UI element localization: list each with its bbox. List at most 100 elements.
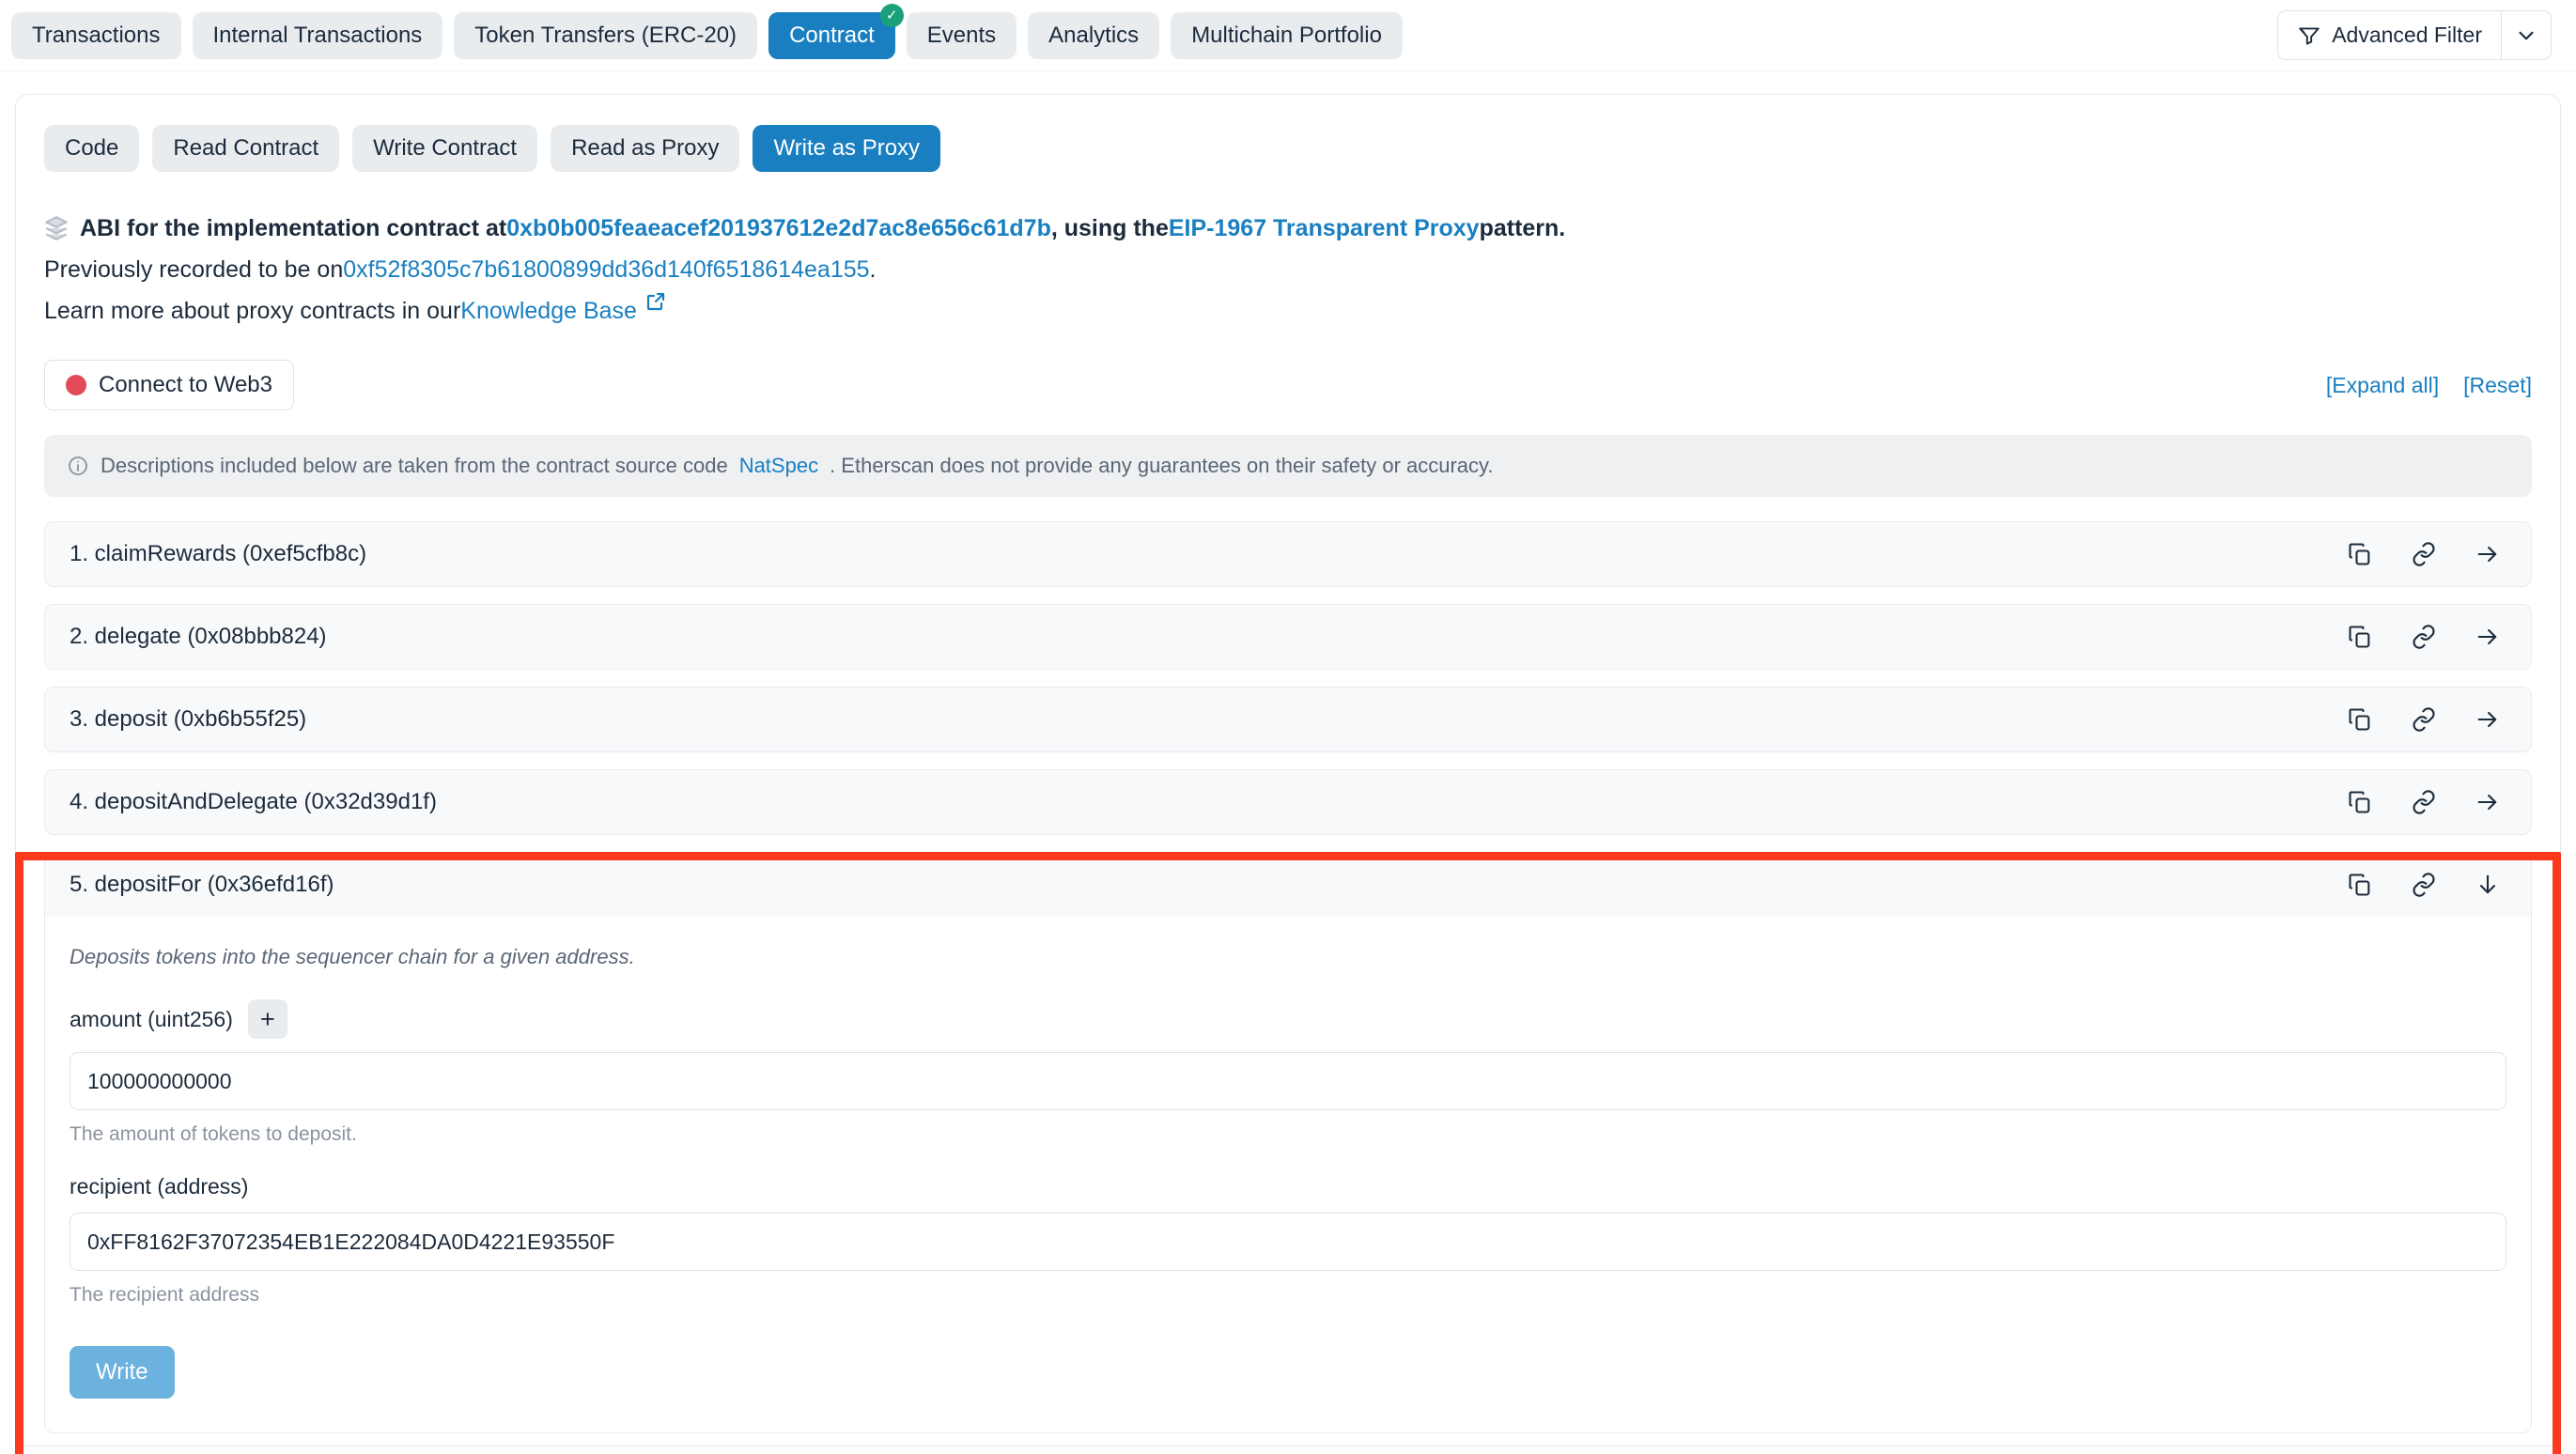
link-icon[interactable] bbox=[2411, 541, 2437, 567]
function-row: 3. deposit (0xb6b55f25) bbox=[44, 687, 2532, 752]
connection-status-dot-icon bbox=[66, 375, 86, 395]
arrow-right-icon[interactable] bbox=[2475, 624, 2501, 650]
arrow-right-icon[interactable] bbox=[2475, 789, 2501, 815]
function-title: 1. claimRewards (0xef5cfb8c) bbox=[70, 541, 367, 566]
implementation-address-link[interactable]: 0xb0b005feaeacef201937612e2d7ac8e656c61d… bbox=[506, 208, 1051, 249]
link-icon[interactable] bbox=[2411, 872, 2437, 898]
function-row-expanded: 5. depositFor (0x36efd16f) Deposits toke… bbox=[44, 852, 2532, 1433]
tab-internal-transactions[interactable]: Internal Transactions bbox=[192, 11, 443, 59]
arrow-down-icon[interactable] bbox=[2475, 872, 2501, 898]
natspec-text-before: Descriptions included below are taken fr… bbox=[101, 454, 728, 477]
subtab-write-as-proxy[interactable]: Write as Proxy bbox=[753, 125, 941, 172]
field-label: amount (uint256) bbox=[70, 1006, 233, 1031]
copy-icon[interactable] bbox=[2347, 872, 2373, 898]
arrow-right-icon[interactable] bbox=[2475, 541, 2501, 567]
advanced-filter-control: Advanced Filter bbox=[2277, 10, 2552, 60]
field-hint: The amount of tokens to deposit. bbox=[70, 1123, 357, 1145]
advanced-filter-label: Advanced Filter bbox=[2332, 23, 2482, 47]
tab-label: Internal Transactions bbox=[212, 22, 423, 48]
write-button[interactable]: Write bbox=[70, 1346, 175, 1399]
top-tab-bar: Transactions Internal Transactions Token… bbox=[0, 0, 2576, 71]
function-description: Deposits tokens into the sequencer chain… bbox=[70, 945, 635, 968]
amount-input[interactable] bbox=[70, 1052, 2506, 1110]
reset-link[interactable]: [Reset] bbox=[2463, 373, 2532, 398]
subtab-write-contract[interactable]: Write Contract bbox=[352, 125, 538, 172]
function-actions bbox=[2347, 624, 2506, 650]
tab-list: Transactions Internal Transactions Token… bbox=[11, 3, 1403, 59]
highlighted-function-region: 5. depositFor (0x36efd16f) Deposits toke… bbox=[15, 852, 2561, 1454]
tab-label: Transactions bbox=[32, 22, 161, 48]
natspec-link[interactable]: NatSpec bbox=[739, 454, 818, 478]
subtab-code[interactable]: Code bbox=[44, 125, 140, 172]
proxy-line1-suffix: pattern. bbox=[1479, 215, 1566, 241]
eip1967-pattern-link[interactable]: EIP-1967 Transparent Proxy bbox=[1169, 208, 1480, 249]
field-label-row: amount (uint256) + bbox=[70, 999, 2506, 1039]
subtab-label: Read as Proxy bbox=[571, 135, 720, 161]
function-title: 4. depositAndDelegate (0x32d39d1f) bbox=[70, 789, 437, 814]
copy-icon[interactable] bbox=[2347, 624, 2373, 650]
field-label-row: recipient (address) bbox=[70, 1174, 2506, 1199]
field-recipient: recipient (address) The recipient addres… bbox=[70, 1174, 2506, 1307]
previous-implementation-address-link[interactable]: 0xf52f8305c7b61800899dd36d140f6518614ea1… bbox=[343, 249, 869, 290]
function-row: 1. claimRewards (0xef5cfb8c) bbox=[44, 521, 2532, 587]
function-title: 2. delegate (0x08bbb824) bbox=[70, 624, 327, 649]
function-header[interactable]: 1. claimRewards (0xef5cfb8c) bbox=[45, 522, 2531, 586]
advanced-filter-dropdown-toggle[interactable] bbox=[2502, 11, 2551, 59]
function-header[interactable]: 4. depositAndDelegate (0x32d39d1f) bbox=[45, 770, 2531, 834]
contract-subtab-list: Code Read Contract Write Contract Read a… bbox=[44, 125, 2532, 172]
field-amount: amount (uint256) + The amount of tokens … bbox=[70, 999, 2506, 1146]
link-icon[interactable] bbox=[2411, 624, 2437, 650]
proxy-line1-prefix: ABI for the implementation contract at bbox=[80, 215, 507, 241]
tab-label: Analytics bbox=[1048, 22, 1140, 48]
tab-token-transfers[interactable]: Token Transfers (ERC-20) bbox=[454, 11, 758, 59]
external-link-icon bbox=[644, 290, 667, 313]
info-icon bbox=[67, 455, 89, 477]
subtab-label: Write Contract bbox=[373, 135, 518, 161]
recipient-input[interactable] bbox=[70, 1213, 2506, 1271]
verified-check-icon: ✓ bbox=[879, 3, 904, 27]
proxy-line1-middle: , using the bbox=[1050, 215, 1169, 241]
contract-panel: Code Read Contract Write Contract Read a… bbox=[15, 94, 2561, 1454]
subtab-read-contract[interactable]: Read Contract bbox=[152, 125, 340, 172]
tab-contract[interactable]: Contract ✓ bbox=[768, 3, 904, 59]
web3-connect-row: Connect to Web3 [Expand all] [Reset] bbox=[44, 360, 2532, 410]
proxy-line3-prefix: Learn more about proxy contracts in our bbox=[44, 298, 461, 324]
subtab-label: Write as Proxy bbox=[773, 135, 921, 161]
link-icon[interactable] bbox=[2411, 706, 2437, 733]
proxy-line2-prefix: Previously recorded to be on bbox=[44, 256, 344, 283]
function-header[interactable]: 3. deposit (0xb6b55f25) bbox=[45, 688, 2531, 751]
subtab-label: Read Contract bbox=[173, 135, 319, 161]
proxy-info-line-3: Learn more about proxy contracts in our … bbox=[44, 290, 2532, 332]
etherscan-contract-page: Transactions Internal Transactions Token… bbox=[0, 0, 2576, 1454]
layers-stack-icon bbox=[44, 215, 69, 241]
advanced-filter-button[interactable]: Advanced Filter bbox=[2278, 11, 2501, 59]
connect-to-web3-button[interactable]: Connect to Web3 bbox=[44, 360, 295, 410]
copy-icon[interactable] bbox=[2347, 541, 2373, 567]
function-row: 4. depositAndDelegate (0x32d39d1f) bbox=[44, 769, 2532, 835]
copy-icon[interactable] bbox=[2347, 789, 2373, 815]
function-row: 2. delegate (0x08bbb824) bbox=[44, 604, 2532, 670]
tab-multichain-portfolio[interactable]: Multichain Portfolio bbox=[1171, 11, 1403, 59]
add-amount-button[interactable]: + bbox=[247, 999, 287, 1039]
copy-icon[interactable] bbox=[2347, 706, 2373, 733]
tab-events[interactable]: Events bbox=[906, 11, 1017, 59]
function-title: 3. deposit (0xb6b55f25) bbox=[70, 706, 307, 732]
field-label: recipient (address) bbox=[70, 1174, 249, 1199]
contract-function-list: 1. claimRewards (0xef5cfb8c) 2. delegate… bbox=[15, 521, 2561, 1454]
subtab-read-as-proxy[interactable]: Read as Proxy bbox=[551, 125, 740, 172]
field-hint: The recipient address bbox=[70, 1284, 259, 1306]
knowledge-base-link[interactable]: Knowledge Base bbox=[460, 290, 637, 332]
arrow-right-icon[interactable] bbox=[2475, 706, 2501, 733]
filter-icon bbox=[2297, 23, 2321, 48]
function-actions bbox=[2347, 541, 2506, 567]
tab-transactions[interactable]: Transactions bbox=[11, 11, 181, 59]
link-icon[interactable] bbox=[2411, 789, 2437, 815]
function-header[interactable]: 2. delegate (0x08bbb824) bbox=[45, 605, 2531, 669]
function-body: Deposits tokens into the sequencer chain… bbox=[45, 917, 2531, 1432]
function-header[interactable]: 5. depositFor (0x36efd16f) bbox=[45, 853, 2531, 917]
natspec-text-after: . Etherscan does not provide any guarant… bbox=[830, 454, 1494, 477]
tab-analytics[interactable]: Analytics bbox=[1028, 11, 1160, 59]
expand-all-link[interactable]: [Expand all] bbox=[2326, 373, 2439, 398]
proxy-line2-suffix: . bbox=[869, 256, 877, 283]
natspec-notice: Descriptions included below are taken fr… bbox=[44, 435, 2532, 497]
